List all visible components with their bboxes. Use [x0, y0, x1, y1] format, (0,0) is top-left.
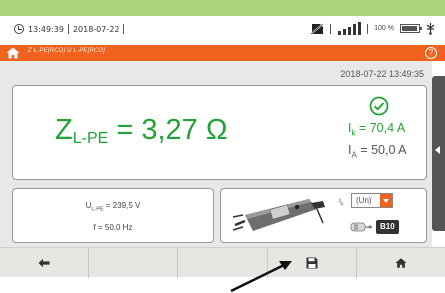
ia-value: = 50,0 A [356, 142, 407, 157]
screen-header: Z L-PE[RCD] U L-PE[RCD] ? [0, 45, 445, 61]
main-result-box: ZL-PE = 3,27 Ω Ik = 70,4 A IA = 50,0 A [12, 85, 427, 180]
status-left: 13:49:39 2018-07-22 [14, 24, 125, 34]
probe-plug-icon [232, 199, 325, 231]
measurement-area: 2018-07-22 13:49:35 ZL-PE = 3,27 Ω Ik = … [0, 61, 432, 247]
check-ok-icon [369, 96, 389, 116]
status-time: 13:49:39 [28, 24, 64, 34]
fuse-icon [350, 222, 372, 232]
current-values: Ik = 70,4 A IA = 50,0 A [348, 120, 407, 163]
chevron-left-icon [435, 146, 440, 154]
status-separator [367, 23, 369, 34]
no-sim-icon [310, 22, 324, 35]
toolbar-empty-button[interactable] [89, 248, 179, 278]
ik-result: Ik = 70,4 A [348, 120, 407, 142]
z-value: = 3,27 Ω [108, 114, 228, 146]
bottom-toolbar [0, 247, 445, 278]
status-separator [330, 23, 332, 34]
usb-icon [426, 23, 435, 35]
home-icon [395, 258, 407, 268]
status-bar: 13:49:39 2018-07-22 100 % [0, 16, 445, 44]
signal-bars-icon [338, 22, 362, 35]
save-icon [306, 257, 318, 269]
ik-label-subscript: k [340, 201, 344, 208]
battery-icon [400, 24, 422, 33]
fuse-type-badge[interactable]: B10 [376, 220, 399, 234]
z-subscript: L-PE [72, 130, 109, 147]
ia-result: IA = 50,0 A [348, 142, 407, 164]
chevron-down-icon[interactable] [380, 194, 392, 207]
top-band [0, 0, 445, 16]
voltage-reading: UL-PE = 239,5 V [13, 201, 213, 213]
home-icon[interactable] [6, 47, 20, 59]
ik-mode-select[interactable]: (Un) [351, 193, 393, 208]
help-icon[interactable]: ? [425, 47, 437, 59]
toolbar-empty-button[interactable] [178, 248, 268, 278]
voltage-box: UL-PE = 239,5 V f = 50,0 Hz [12, 188, 214, 243]
status-separator [67, 24, 69, 34]
battery-percent: 100 % [374, 25, 394, 32]
device-screen: 13:49:39 2018-07-22 100 % Z L-PE[RCD] U … [0, 16, 445, 293]
ik-setting-label: Ik [339, 198, 343, 207]
side-panel-tab[interactable] [432, 76, 445, 231]
u-value: = 239,5 V [103, 201, 141, 210]
ik-mode-value: (Un) [356, 196, 372, 205]
back-arrow-icon [38, 258, 50, 268]
frequency-reading: f = 50,0 Hz [93, 223, 133, 232]
main-result-value: ZL-PE = 3,27 Ω [55, 114, 228, 148]
back-button[interactable] [0, 248, 90, 278]
save-button[interactable] [268, 248, 357, 278]
clock-icon [14, 24, 24, 34]
u-subscript: L-PE [91, 206, 104, 213]
status-right: 100 % [310, 22, 435, 35]
z-symbol: Z [55, 114, 73, 146]
settings-box[interactable]: Ik (Un) B10 [220, 188, 427, 243]
header-title: Z L-PE[RCD] U L-PE[RCD] [28, 48, 105, 54]
status-separator [123, 24, 125, 34]
status-date: 2018-07-22 [72, 24, 120, 34]
measurement-timestamp: 2018-07-22 13:49:35 [340, 69, 424, 79]
home-button[interactable] [357, 248, 445, 278]
ik-value: = 70,4 A [355, 121, 406, 135]
